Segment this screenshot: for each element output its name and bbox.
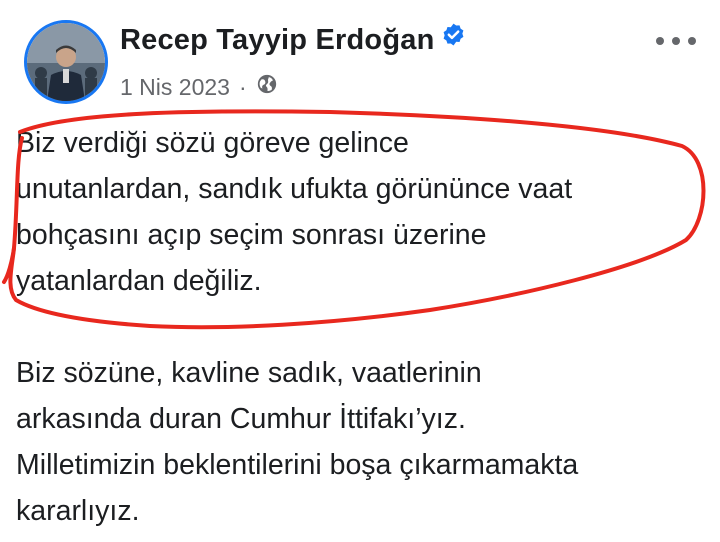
text-line: Biz verdiği sözü göreve gelince (16, 127, 409, 159)
post-paragraph-1: Biz verdiği sözü göreve gelince unutanla… (16, 120, 706, 304)
post-header: Recep Tayyip Erdoğan 1 Nis 2023 · (24, 20, 696, 110)
avatar-photo (27, 23, 105, 101)
post-meta: 1 Nis 2023 · (120, 74, 278, 101)
meta-separator: · (238, 74, 247, 100)
text-line: arkasında duran Cumhur İttifakı’yız. (16, 403, 466, 435)
post-text: Biz verdiği sözü göreve gelince unutanla… (16, 120, 706, 534)
more-options-icon[interactable] (656, 34, 696, 48)
author-name-text[interactable]: Recep Tayyip Erdoğan (120, 24, 435, 56)
verified-badge-icon (441, 22, 466, 55)
post-date[interactable]: 1 Nis 2023 (120, 74, 230, 100)
post-paragraph-2: Biz sözüne, kavline sadık, vaatlerinin a… (16, 350, 706, 534)
text-line: kararlıyız. (16, 495, 140, 527)
author-name[interactable]: Recep Tayyip Erdoğan (120, 22, 466, 57)
text-line: Biz sözüne, kavline sadık, vaatlerinin (16, 357, 482, 389)
more-dot (688, 37, 696, 45)
text-line: unutanlardan, sandık ufukta görününce va… (16, 173, 573, 205)
avatar[interactable] (24, 20, 108, 104)
text-line: Milletimizin beklentilerini boşa çıkarma… (16, 449, 579, 481)
more-dot (672, 37, 680, 45)
globe-icon[interactable] (256, 73, 278, 101)
more-dot (656, 37, 664, 45)
text-line: bohçasını açıp seçim sonrası üzerine (16, 219, 487, 251)
text-line: yatanlardan değiliz. (16, 265, 262, 297)
